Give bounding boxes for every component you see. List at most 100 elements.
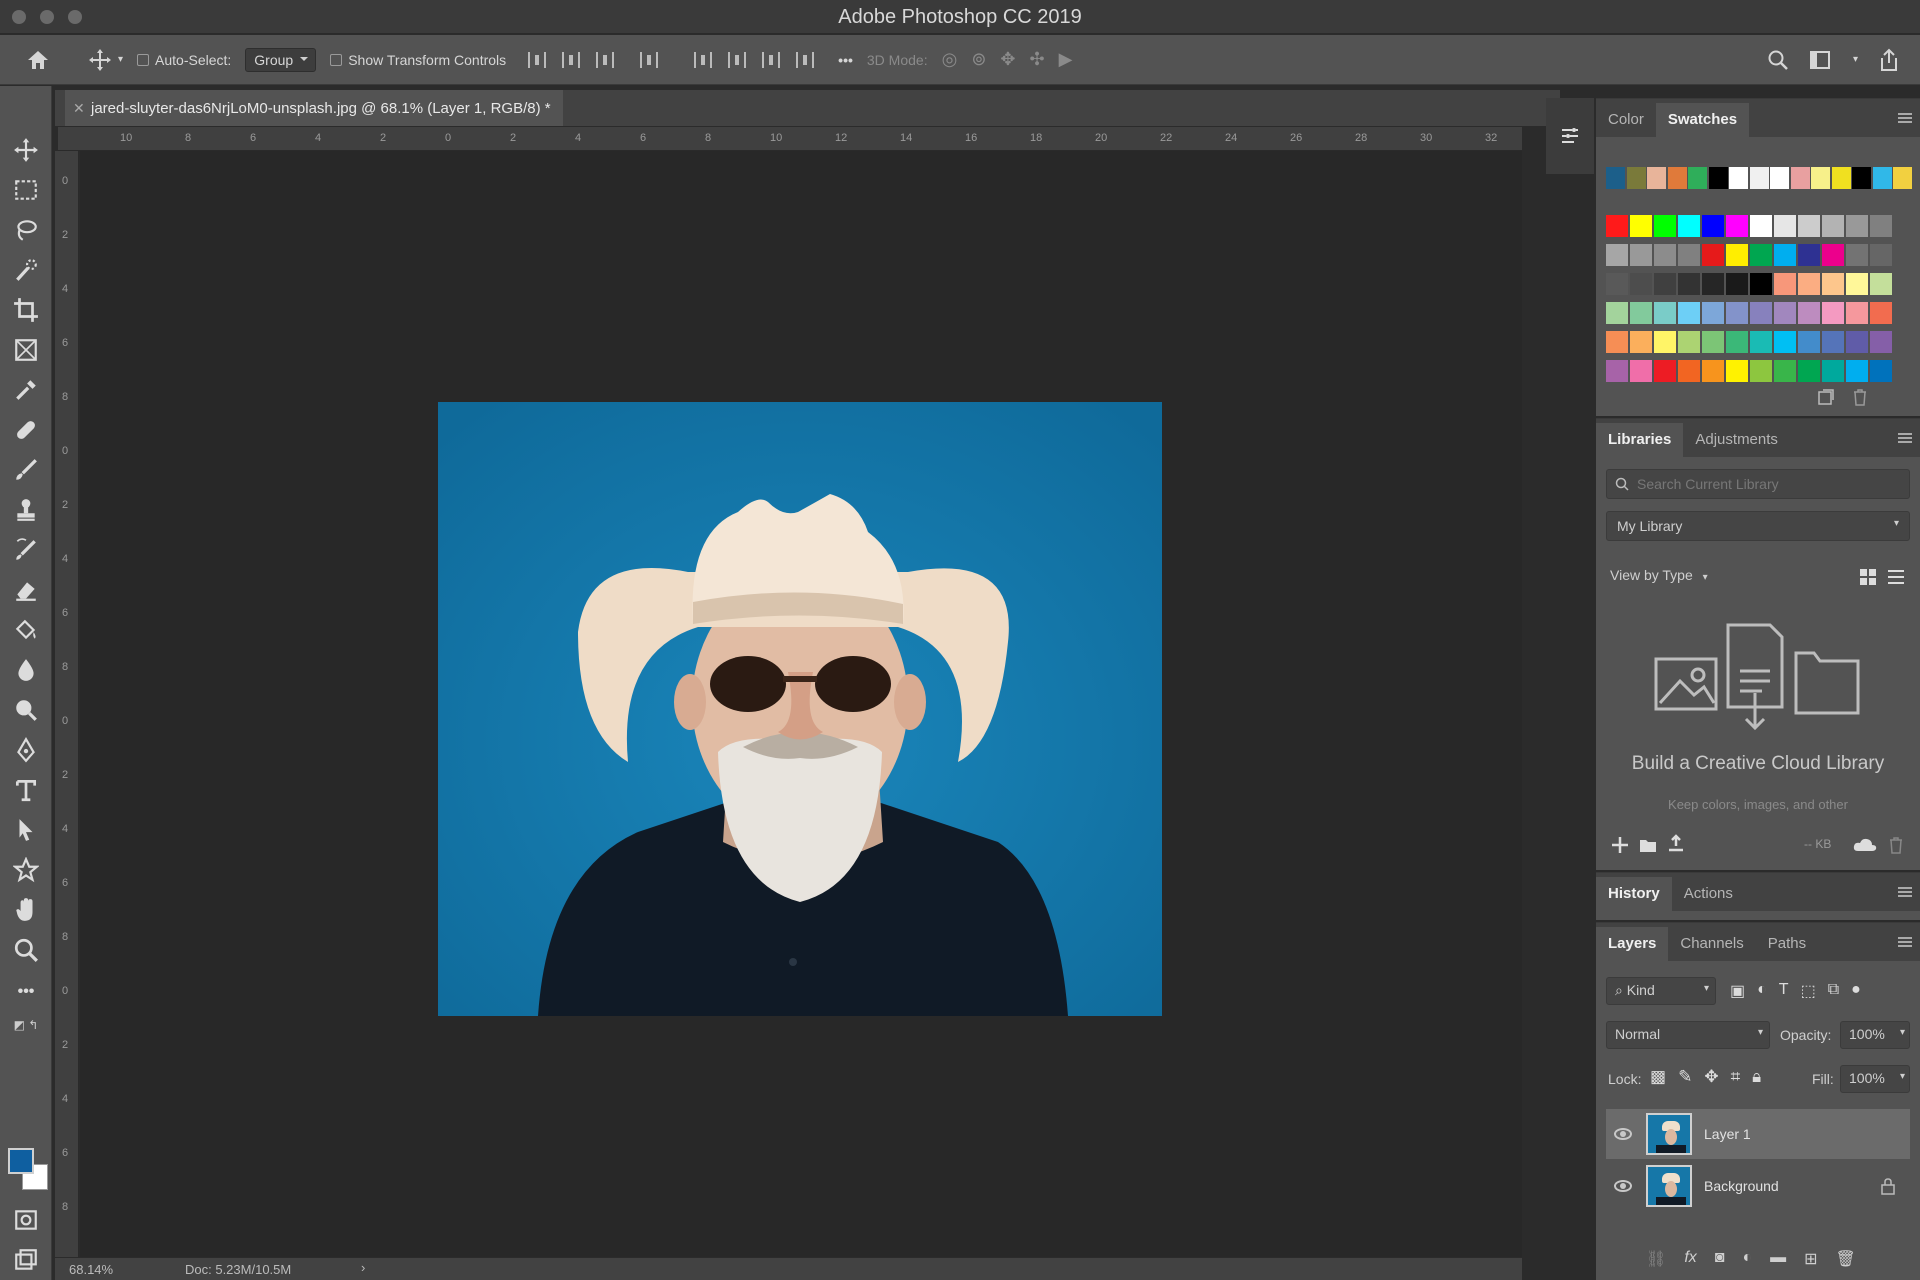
type-layer-filter-icon[interactable]: T — [1779, 981, 1789, 1001]
swatch[interactable] — [1750, 302, 1772, 324]
swatch[interactable] — [1870, 244, 1892, 266]
fill-input[interactable]: 100% ▾ — [1840, 1065, 1910, 1093]
swatch[interactable] — [1846, 273, 1868, 295]
cloud-icon[interactable] — [1852, 835, 1878, 855]
swatch[interactable] — [1870, 302, 1892, 324]
swatch[interactable] — [1822, 215, 1844, 237]
swatch[interactable] — [1630, 331, 1652, 353]
swatch[interactable] — [1726, 302, 1748, 324]
history-brush-tool[interactable] — [12, 536, 40, 564]
brush-tool[interactable] — [12, 456, 40, 484]
properties-icon[interactable] — [1558, 124, 1582, 148]
swatch[interactable] — [1654, 215, 1676, 237]
panel-menu-icon[interactable] — [1898, 113, 1912, 123]
swatch[interactable] — [1750, 360, 1772, 382]
swatch[interactable] — [1630, 244, 1652, 266]
swatch[interactable] — [1678, 215, 1700, 237]
type-tool[interactable] — [12, 776, 40, 804]
eye-icon[interactable] — [1614, 1128, 1632, 1140]
panel-menu-icon[interactable] — [1898, 433, 1912, 443]
move-tool[interactable] — [12, 136, 40, 164]
recent-swatch[interactable] — [1893, 167, 1912, 189]
tab-libraries[interactable]: Libraries — [1596, 423, 1684, 457]
swatch[interactable] — [1654, 273, 1676, 295]
swatch[interactable] — [1822, 273, 1844, 295]
swatch[interactable] — [1798, 273, 1820, 295]
library-search-input[interactable]: Search Current Library — [1606, 469, 1910, 499]
paint-bucket-tool[interactable] — [12, 616, 40, 644]
frame-tool[interactable] — [12, 336, 40, 364]
healing-brush-tool[interactable] — [12, 416, 40, 444]
zoom-tool[interactable] — [12, 936, 40, 964]
zoom-level[interactable]: 68.14% — [69, 1262, 113, 1277]
folder-icon[interactable] — [1638, 835, 1658, 855]
add-mask-icon[interactable]: ◙ — [1715, 1249, 1725, 1269]
pixel-layer-filter-icon[interactable]: ▣ — [1730, 981, 1745, 1001]
swatch[interactable] — [1654, 360, 1676, 382]
show-transform-checkbox[interactable]: Show Transform Controls — [330, 52, 506, 68]
lock-artboard-icon[interactable]: ⌗ — [1731, 1067, 1741, 1087]
tab-swatches[interactable]: Swatches — [1655, 103, 1750, 137]
blend-mode-select[interactable]: Normal ▾ — [1606, 1021, 1770, 1049]
swatch[interactable] — [1630, 360, 1652, 382]
recent-swatch[interactable] — [1811, 167, 1830, 189]
marquee-tool[interactable] — [12, 176, 40, 204]
library-select[interactable]: My Library ▾ — [1606, 511, 1910, 541]
more-options-button[interactable]: ••• — [838, 52, 853, 68]
blur-tool[interactable] — [12, 656, 40, 684]
swatch[interactable] — [1774, 273, 1796, 295]
eye-icon[interactable] — [1614, 1180, 1632, 1192]
swatch[interactable] — [1870, 360, 1892, 382]
swatch[interactable] — [1846, 302, 1868, 324]
swatch[interactable] — [1798, 244, 1820, 266]
swatch[interactable] — [1654, 331, 1676, 353]
path-selection-tool[interactable] — [12, 816, 40, 844]
pen-tool[interactable] — [12, 736, 40, 764]
swatch[interactable] — [1774, 215, 1796, 237]
recent-swatch[interactable] — [1626, 167, 1646, 189]
layer-row-background[interactable]: Background — [1606, 1161, 1910, 1211]
swatch[interactable] — [1702, 215, 1724, 237]
chevron-down-icon[interactable]: ▾ — [1853, 54, 1858, 65]
move-tool-preset[interactable]: ▾ — [88, 48, 123, 72]
screen-mode-button[interactable] — [12, 1246, 40, 1274]
recent-swatch[interactable] — [1667, 167, 1687, 189]
swatch[interactable] — [1846, 331, 1868, 353]
chevron-right-icon[interactable]: › — [361, 1260, 365, 1275]
distribute-button[interactable] — [640, 51, 659, 68]
swatch[interactable] — [1702, 360, 1724, 382]
new-layer-icon[interactable]: ⊞ — [1804, 1249, 1817, 1269]
tab-channels[interactable]: Channels — [1668, 927, 1755, 961]
layer-filter-kind[interactable]: ⌕ Kind ▾ — [1606, 977, 1716, 1005]
add-icon[interactable] — [1610, 835, 1630, 855]
align-left-edges-button[interactable] — [694, 51, 713, 68]
shape-layer-filter-icon[interactable]: ⬚ — [1801, 981, 1816, 1001]
swatch[interactable] — [1630, 273, 1652, 295]
recent-swatch[interactable] — [1852, 167, 1871, 189]
home-button[interactable] — [26, 49, 50, 71]
pan-3d-icon[interactable]: ✥ — [1000, 49, 1015, 70]
swatch[interactable] — [1726, 331, 1748, 353]
close-icon[interactable]: ✕ — [73, 100, 85, 117]
recent-swatch[interactable] — [1647, 167, 1666, 189]
swatch[interactable] — [1798, 215, 1820, 237]
swatch[interactable] — [1678, 273, 1700, 295]
swatch[interactable] — [1678, 360, 1700, 382]
swatch[interactable] — [1870, 331, 1892, 353]
default-colors-button[interactable]: ◩ ↰ — [12, 1016, 40, 1034]
swatch[interactable] — [1798, 302, 1820, 324]
opacity-input[interactable]: 100% ▾ — [1840, 1021, 1910, 1049]
swatch[interactable] — [1846, 360, 1868, 382]
swatch[interactable] — [1798, 331, 1820, 353]
swatch[interactable] — [1678, 302, 1700, 324]
tab-color[interactable]: Color — [1596, 103, 1656, 137]
fx-icon[interactable]: fx — [1684, 1249, 1696, 1269]
align-right-edges-button[interactable] — [762, 51, 781, 68]
lock-transparent-pixels-icon[interactable]: ▩ — [1650, 1067, 1666, 1087]
dodge-tool[interactable] — [12, 696, 40, 724]
trash-icon[interactable] — [1886, 835, 1906, 855]
align-bottom-edges-button[interactable] — [596, 51, 615, 68]
lasso-tool[interactable] — [12, 216, 40, 244]
new-swatch-icon[interactable] — [1816, 387, 1836, 407]
swatch[interactable] — [1606, 360, 1628, 382]
